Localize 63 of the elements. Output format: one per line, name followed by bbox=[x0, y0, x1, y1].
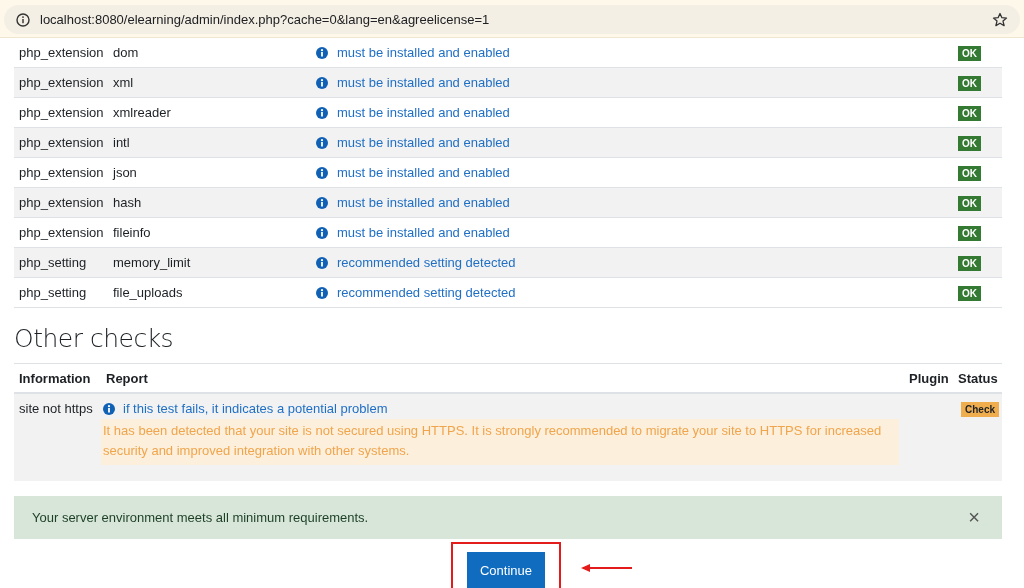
check-name: memory_limit bbox=[112, 255, 192, 270]
report-text: must be installed and enabled bbox=[337, 45, 510, 60]
report-text: must be installed and enabled bbox=[337, 105, 510, 120]
status-badge: OK bbox=[958, 135, 981, 151]
check-type: php_extension bbox=[18, 105, 105, 120]
column-header: Report bbox=[105, 370, 149, 386]
check-type: php_extension bbox=[18, 135, 105, 150]
status-badge: OK bbox=[958, 225, 981, 241]
status-badge: OK bbox=[958, 285, 981, 301]
status-badge: OK bbox=[958, 75, 981, 91]
continue-button[interactable]: Continue bbox=[466, 552, 545, 588]
check-name: dom bbox=[112, 45, 140, 60]
check-name: xmlreader bbox=[112, 105, 172, 120]
info-icon bbox=[316, 226, 328, 239]
section-heading: Other checks bbox=[14, 324, 175, 353]
info-icon bbox=[316, 196, 328, 209]
report-text: must be installed and enabled bbox=[337, 165, 510, 180]
url-text: localhost:8080/elearning/admin/index.php?cache=0&lang=en&agreelicense=1 bbox=[40, 12, 491, 27]
star-icon[interactable] bbox=[992, 11, 1008, 28]
check-name: intl bbox=[112, 135, 131, 150]
report-text: must be installed and enabled bbox=[337, 135, 510, 150]
alert-message: Your server environment meets all minimum requirements. bbox=[32, 510, 369, 525]
check-name: file_uploads bbox=[112, 285, 184, 300]
report-text: recommended setting detected bbox=[337, 255, 516, 270]
check-type: php_extension bbox=[18, 45, 105, 60]
check-type: php_extension bbox=[18, 75, 105, 90]
check-name: hash bbox=[112, 195, 143, 210]
column-header: Status bbox=[957, 370, 999, 386]
arrow-drawing bbox=[581, 562, 633, 573]
check-type: php_setting bbox=[18, 255, 88, 270]
address-bar[interactable]: localhost:8080/elearning/admin/index.php?cache=0&lang=en&agreelicense=1 bbox=[4, 5, 1020, 34]
report-text: must be installed and enabled bbox=[337, 195, 510, 210]
status-badge: Check bbox=[961, 402, 999, 417]
close-button[interactable]: × bbox=[966, 506, 982, 529]
status-badge: OK bbox=[958, 195, 981, 211]
report-text: if this test fails, it indicates a potential problem bbox=[123, 401, 388, 416]
status-badge: OK bbox=[958, 165, 981, 181]
check-name: xml bbox=[112, 75, 135, 90]
status-badge: OK bbox=[958, 255, 981, 271]
check-type: php_extension bbox=[18, 165, 105, 180]
info-icon bbox=[316, 106, 328, 119]
info-icon[interactable] bbox=[16, 12, 30, 27]
report-text: recommended setting detected bbox=[337, 285, 516, 300]
info-icon bbox=[316, 46, 328, 59]
column-header: Plugin bbox=[908, 370, 950, 386]
check-type: php_extension bbox=[18, 195, 105, 210]
info-icon bbox=[316, 76, 328, 89]
info-icon bbox=[103, 402, 115, 415]
check-type: php_setting bbox=[18, 285, 88, 300]
report-text: must be installed and enabled bbox=[337, 75, 510, 90]
info-icon bbox=[316, 286, 328, 299]
info-icon bbox=[316, 166, 328, 179]
check-name: site not https bbox=[18, 401, 94, 418]
check-name: fileinfo bbox=[112, 225, 152, 240]
status-badge: OK bbox=[958, 105, 981, 121]
check-type: php_extension bbox=[18, 225, 105, 240]
info-icon bbox=[316, 256, 328, 269]
check-name: json bbox=[111, 165, 138, 180]
status-badge: OK bbox=[958, 45, 981, 61]
info-icon bbox=[316, 136, 328, 149]
column-header: Information bbox=[18, 370, 92, 386]
warning-message: It has been detected that your site is not secured using HTTPS. It is strongly recommended to migrate your site to HTTPS for increased security and improved integration with other systems. bbox=[101, 419, 899, 465]
report-text: must be installed and enabled bbox=[337, 225, 510, 240]
